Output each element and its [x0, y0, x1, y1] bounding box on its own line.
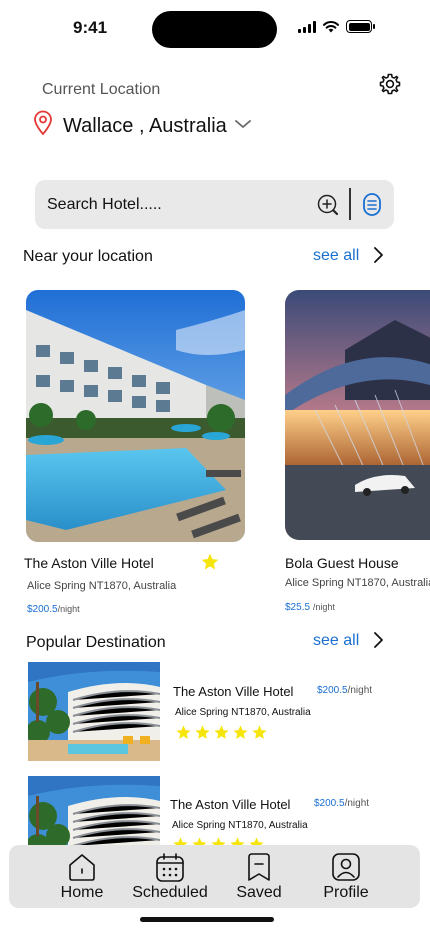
star-icon [176, 725, 191, 739]
star-icon [214, 725, 229, 739]
home-icon [69, 854, 95, 881]
price-value: $25.5 [285, 602, 311, 613]
tab-profile[interactable]: Profile [319, 845, 373, 908]
chevron-down-icon[interactable] [233, 116, 253, 132]
chevron-right-icon[interactable] [371, 246, 385, 264]
popular-item-name[interactable]: The Aston Ville Hotel [170, 797, 290, 812]
search-divider [349, 188, 351, 220]
popular-item-address: Alice Spring NT1870, Australia [172, 820, 308, 831]
hotel-card-price: $25.5 /night [285, 602, 335, 613]
popular-item-price: $200.5/night [314, 798, 369, 809]
wifi-icon [323, 21, 339, 33]
star-icon [252, 725, 267, 739]
hotel-card-name[interactable]: The Aston Ville Hotel [24, 555, 154, 571]
current-location-label: Current Location [42, 81, 161, 98]
dynamic-island [152, 11, 277, 48]
star-icon [195, 725, 210, 739]
star-icon [201, 553, 219, 570]
tab-profile-label: Profile [323, 884, 369, 901]
tab-scheduled-label: Scheduled [132, 884, 208, 901]
search-input[interactable] [47, 180, 307, 229]
home-indicator [140, 917, 274, 922]
hotel-card-name[interactable]: Bola Guest House [285, 555, 399, 571]
popular-see-all-link[interactable]: see all [313, 632, 359, 650]
price-unit: /night [57, 604, 80, 614]
popular-item-image[interactable] [28, 662, 160, 761]
bookmark-icon [248, 853, 270, 881]
price-value: $200.5 [317, 685, 348, 696]
tab-saved[interactable]: Saved [231, 845, 287, 908]
tab-home-label: Home [60, 884, 104, 901]
star-icon [233, 725, 248, 739]
hotel-card-address: Alice Spring NT1870, Australia [27, 580, 177, 592]
tab-saved-label: Saved [236, 884, 282, 901]
price-unit: /night [344, 798, 370, 809]
price-unit: /night [347, 685, 373, 696]
tab-home[interactable]: Home [55, 845, 109, 908]
status-icons [298, 20, 375, 33]
price-value: $200.5 [314, 798, 345, 809]
price-unit: /night [312, 602, 335, 612]
hotel-card-image[interactable] [285, 290, 430, 540]
signal-icon [298, 20, 316, 33]
voice-search-icon[interactable] [359, 191, 385, 218]
popular-item-address: Alice Spring NT1870, Australia [175, 707, 311, 718]
hotel-card-address: Alice Spring NT1870, Australia [285, 577, 430, 589]
chevron-right-icon[interactable] [371, 631, 385, 649]
rating-stars [175, 724, 268, 741]
location-pin-icon [34, 110, 52, 136]
price-value: $200.5 [27, 604, 58, 615]
popular-item-price: $200.5/night [317, 685, 372, 696]
calendar-icon [156, 853, 184, 882]
zoom-in-icon[interactable] [316, 193, 340, 217]
bottom-tab-bar: Home Scheduled Saved Profile [9, 845, 420, 908]
tab-scheduled[interactable]: Scheduled [127, 845, 213, 908]
near-location-title: Near your location [23, 248, 153, 265]
hotel-card-price: $200.5/night [27, 604, 80, 615]
search-bar [35, 180, 394, 229]
location-value[interactable]: Wallace , Australia [63, 115, 227, 138]
popular-item-name[interactable]: The Aston Ville Hotel [173, 684, 293, 699]
status-time: 9:41 [73, 18, 108, 37]
near-see-all-link[interactable]: see all [313, 247, 359, 265]
gear-icon[interactable] [378, 72, 402, 96]
profile-icon [332, 853, 360, 881]
popular-destination-title: Popular Destination [26, 634, 166, 651]
hotel-card-image[interactable] [26, 290, 245, 542]
battery-icon [346, 20, 375, 33]
